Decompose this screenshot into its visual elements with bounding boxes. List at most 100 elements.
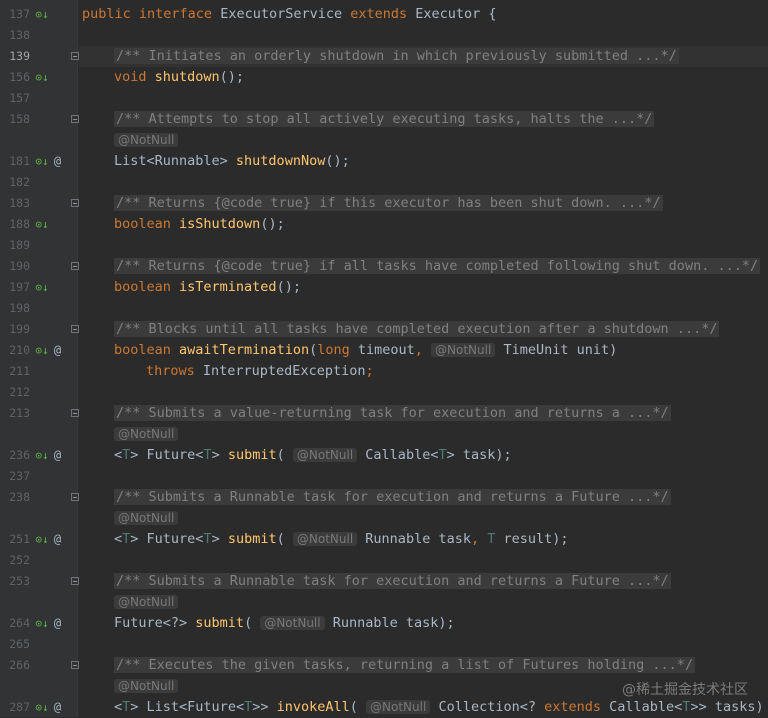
code-line[interactable]: 197 ⊙↓ boolean isTerminated(); (0, 277, 768, 298)
notnull-inlay-hint[interactable]: @NotNull (114, 427, 179, 441)
fold-toggle-icon[interactable] (71, 115, 79, 123)
fold-toggle-icon[interactable] (71, 325, 79, 333)
annotation-override-icon[interactable]: @ (51, 533, 64, 546)
notnull-inlay-hint[interactable]: @NotNull (260, 616, 325, 630)
fold-toggle-icon[interactable] (71, 262, 79, 270)
implemented-method-icon[interactable]: ⊙↓ (34, 218, 50, 231)
code-line[interactable]: 211 throws InterruptedException; (0, 361, 768, 382)
code-line[interactable]: 198 (0, 298, 768, 319)
fold-toggle-icon[interactable] (71, 199, 79, 207)
line-number: 211 (9, 364, 30, 378)
watermark: @稀土掘金技术社区 (622, 682, 748, 698)
notnull-inlay-hint[interactable]: @NotNull (114, 133, 179, 147)
line-number: 236 (9, 448, 30, 462)
implemented-method-icon[interactable]: ⊙↓ (34, 533, 50, 546)
code-line[interactable]: 183 /** Returns {@code true} if this exec… (0, 193, 768, 214)
fold-toggle-icon[interactable] (71, 661, 79, 669)
code-line[interactable]: 210 ⊙↓ @ boolean awaitTermination(long time… (0, 340, 768, 361)
implemented-method-icon[interactable]: ⊙↓ (34, 701, 50, 714)
implemented-method-icon[interactable]: ⊙↓ (34, 281, 50, 294)
notnull-inlay-hint[interactable]: @NotNull (114, 595, 179, 609)
code-line[interactable]: 237 (0, 466, 768, 487)
code-editor[interactable]: 137 ⊙↓ public interface ExecutorService ex… (0, 0, 768, 717)
implemented-method-icon[interactable]: ⊙↓ (34, 344, 50, 357)
code-line[interactable]: 236 ⊙↓ @ <T> Future<T> submit( @NotNull Cal… (0, 445, 768, 466)
code-line[interactable]: 199 /** Blocks until all tasks have compl… (0, 319, 768, 340)
code-line[interactable]: 137 ⊙↓ public interface ExecutorService ex… (0, 4, 768, 25)
line-number: 198 (9, 301, 30, 315)
code-line[interactable]: 157 (0, 88, 768, 109)
code-token: ( (244, 615, 261, 631)
folded-doc-comment[interactable]: /** Blocks until all tasks have complete… (114, 321, 720, 337)
code-token: < (114, 699, 123, 715)
code-line[interactable]: 264 ⊙↓ @ Future<?> submit( @NotNull Runnabl… (0, 613, 768, 634)
code-token: InterruptedException (202, 363, 366, 379)
code-line[interactable]: 265 (0, 634, 768, 655)
annotation-override-icon[interactable]: @ (51, 155, 64, 168)
code-line[interactable]: 190 /** Returns {@code true} if all tasks… (0, 256, 768, 277)
fold-toggle-icon[interactable] (71, 493, 79, 501)
line-number: 189 (9, 238, 30, 252)
code-line[interactable]: 188 ⊙↓ boolean isShutdown(); (0, 214, 768, 235)
notnull-inlay-hint[interactable]: @NotNull (114, 511, 179, 525)
line-number: 287 (9, 700, 30, 714)
code-line[interactable]: 139 /** Initiates an orderly shutdown in … (0, 46, 768, 67)
code-line[interactable]: @NotNull (0, 592, 768, 613)
folded-doc-comment[interactable]: /** Submits a value-returning task for e… (114, 405, 671, 421)
folded-doc-comment[interactable]: /** Returns {@code true} if all tasks ha… (114, 258, 761, 274)
code-text: @NotNull (114, 508, 179, 529)
code-line[interactable]: 266 /** Executes the given tasks, returni… (0, 655, 768, 676)
code-token: Future<?> (114, 615, 196, 631)
line-number: 137 (9, 7, 30, 21)
annotation-override-icon[interactable]: @ (51, 701, 64, 714)
notnull-inlay-hint[interactable]: @NotNull (292, 448, 358, 462)
code-line[interactable]: 213 /** Submits a value-returning task fo… (0, 403, 768, 424)
fold-toggle-icon[interactable] (71, 52, 79, 60)
code-line[interactable]: 287 ⊙↓ @ <T> List<Future<T>> invokeAll( @No… (0, 697, 768, 718)
code-line[interactable]: 182 (0, 172, 768, 193)
notnull-inlay-hint[interactable]: @NotNull (292, 532, 358, 546)
code-line[interactable]: 189 (0, 235, 768, 256)
annotation-override-icon[interactable]: @ (51, 344, 64, 357)
folded-doc-comment[interactable]: /** Returns {@code true} if this executo… (114, 195, 663, 211)
folded-doc-comment[interactable]: /** Attempts to stop all actively execut… (114, 111, 655, 127)
code-line[interactable]: @NotNull (0, 130, 768, 151)
annotation-override-icon[interactable]: @ (51, 449, 64, 462)
folded-doc-comment[interactable]: /** Initiates an orderly shutdown in whi… (114, 48, 679, 64)
line-number: 182 (9, 175, 30, 189)
code-line[interactable]: 156 ⊙↓ void shutdown(); (0, 67, 768, 88)
keyword-token: boolean (114, 342, 180, 358)
notnull-inlay-hint[interactable]: @NotNull (431, 343, 496, 357)
code-token: > task); (446, 447, 512, 463)
code-text: List<Runnable> shutdownNow(); (114, 151, 350, 172)
code-line[interactable]: @NotNull (0, 508, 768, 529)
implemented-method-icon[interactable]: ⊙↓ (34, 617, 50, 630)
code-line[interactable]: 253 /** Submits a Runnable task for execu… (0, 571, 768, 592)
code-line[interactable]: 181 ⊙↓ @ List<Runnable> shutdownNow(); (0, 151, 768, 172)
code-token: > Future< (130, 447, 204, 463)
notnull-inlay-hint[interactable]: @NotNull (114, 679, 179, 693)
line-number: 210 (9, 343, 30, 357)
folded-doc-comment[interactable]: /** Submits a Runnable task for executio… (114, 489, 671, 505)
fold-toggle-icon[interactable] (71, 577, 79, 585)
folded-doc-comment[interactable]: /** Submits a Runnable task for executio… (114, 573, 671, 589)
notnull-inlay-hint[interactable]: @NotNull (366, 700, 431, 714)
implemented-method-icon[interactable]: ⊙↓ (34, 449, 50, 462)
implemented-method-icon[interactable]: ⊙↓ (34, 8, 50, 21)
code-line[interactable]: 138 (0, 25, 768, 46)
code-line[interactable]: 212 (0, 382, 768, 403)
code-line[interactable]: 252 (0, 550, 768, 571)
keyword-token: void (114, 69, 155, 85)
fold-toggle-icon[interactable] (71, 409, 79, 417)
code-line[interactable]: 158 /** Attempts to stop all actively exe… (0, 109, 768, 130)
code-token: > List<Future< (130, 699, 245, 715)
code-token: (); (260, 216, 285, 232)
implemented-method-icon[interactable]: ⊙↓ (34, 71, 50, 84)
code-line[interactable]: 238 /** Submits a Runnable task for execu… (0, 487, 768, 508)
implemented-method-icon[interactable]: ⊙↓ (34, 155, 50, 168)
code-line[interactable]: @NotNull (0, 424, 768, 445)
code-line[interactable]: 251 ⊙↓ @ <T> Future<T> submit( @NotNull Run… (0, 529, 768, 550)
line-background (79, 466, 768, 487)
folded-doc-comment[interactable]: /** Executes the given tasks, returning … (114, 657, 696, 673)
annotation-override-icon[interactable]: @ (51, 617, 64, 630)
